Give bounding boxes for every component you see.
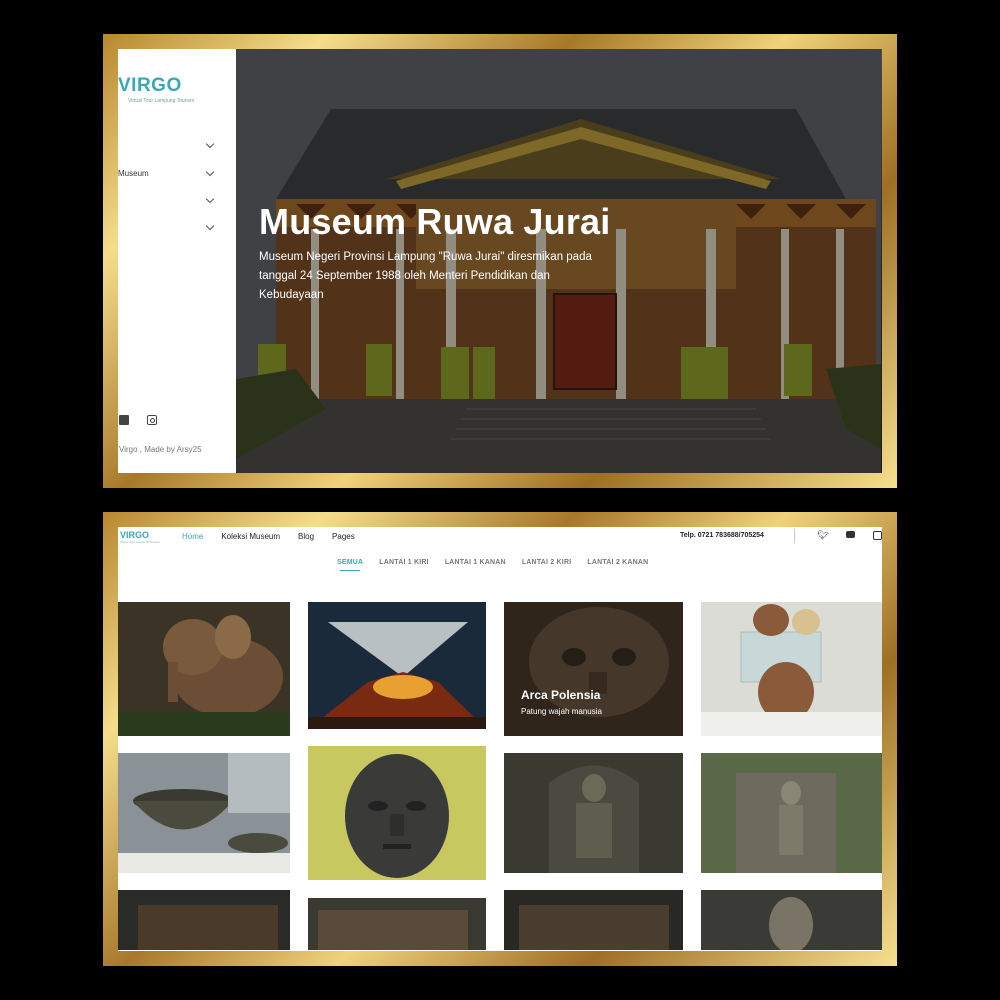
sidebar-nav-item-museum[interactable]: Museum <box>118 166 215 180</box>
hero-banner: Museum Ruwa Jurai Museum Negeri Provinsi… <box>236 49 882 473</box>
gallery-item-stone-head[interactable] <box>308 746 486 880</box>
gallery-item-ceramic-bowls[interactable] <box>118 753 290 873</box>
footer-credit: Virgo , Made by Arsy25 <box>119 445 202 454</box>
phone-number: Telp. 0721 783688/705254 <box>680 532 764 539</box>
filter-tab-lantai-1-kanan[interactable]: LANTAI 1 KANAN <box>445 559 506 566</box>
gallery-item-display-room-2[interactable] <box>308 898 486 950</box>
youtube-icon[interactable] <box>846 531 855 538</box>
gallery-item-display-room-3[interactable] <box>504 890 683 950</box>
tile-caption-title: Arca Polensia <box>521 688 601 702</box>
sidebar-nav-label: Museum <box>118 168 149 178</box>
filter-tab-lantai-1-kiri[interactable]: LANTAI 1 KIRI <box>379 559 429 566</box>
twitter-icon[interactable]: 🐦︎ <box>817 530 828 540</box>
sidebar-social-links <box>119 415 157 425</box>
filter-tab-semua[interactable]: SEMUA <box>337 559 363 571</box>
sidebar-nav-item-4[interactable] <box>118 220 215 234</box>
brand-tagline: Virtual Tour Lampung Tourism <box>120 540 160 544</box>
filter-tab-lantai-2-kanan[interactable]: LANTAI 2 KANAN <box>587 559 648 566</box>
gallery-item-arca-polensia[interactable]: Arca Polensia Patung wajah manusia <box>504 602 683 736</box>
top-navbar: VIRGO Virtual Tour Lampung Tourism Home … <box>118 527 882 549</box>
collection-filter-tabs: SEMUA LANTAI 1 KIRI LANTAI 1 KANAN LANTA… <box>337 559 664 571</box>
instagram-icon[interactable] <box>873 531 882 540</box>
gallery-item-elephant[interactable] <box>118 602 290 736</box>
filter-tab-lantai-2-kiri[interactable]: LANTAI 2 KIRI <box>522 559 572 566</box>
sidebar: VIRGO Virtual Tour Lampung Tourism Museu… <box>118 49 236 473</box>
menu-item-pages[interactable]: Pages <box>332 532 355 541</box>
hero-title: Museum Ruwa Jurai <box>259 201 611 242</box>
main-menu: Home Koleksi Museum Blog Pages <box>182 532 373 541</box>
chevron-down-icon <box>205 139 215 148</box>
gallery-item-statue-bust[interactable] <box>701 890 882 950</box>
gallery-item-display-room-1[interactable] <box>118 890 290 950</box>
chevron-down-icon <box>205 194 215 203</box>
divider <box>794 529 795 543</box>
instagram-icon[interactable] <box>147 415 157 425</box>
social-links: 🐦︎ <box>817 530 882 540</box>
gallery-item-stone-tablet[interactable] <box>701 753 882 873</box>
museum-landing-screen: VIRGO Virtual Tour Lampung Tourism Museu… <box>118 49 882 473</box>
chevron-down-icon <box>205 221 215 230</box>
brand-tagline: Virtual Tour Lampung Tourism <box>128 98 195 104</box>
brand-logo[interactable]: VIRGO <box>120 530 149 540</box>
chevron-down-icon <box>205 167 215 176</box>
brand-name: VIRGO <box>118 75 182 96</box>
gold-frame-bottom: VIRGO Virtual Tour Lampung Tourism Home … <box>103 512 897 966</box>
sidebar-nav-item-3[interactable] <box>118 193 215 207</box>
youtube-icon[interactable] <box>119 415 129 425</box>
menu-item-home[interactable]: Home <box>182 532 203 541</box>
brand-logo[interactable]: VIRGO Virtual Tour Lampung Tourism <box>118 75 194 104</box>
sidebar-nav-item-1[interactable] <box>118 138 215 152</box>
museum-collection-screen: VIRGO Virtual Tour Lampung Tourism Home … <box>118 527 882 951</box>
menu-item-blog[interactable]: Blog <box>298 532 314 541</box>
gallery-item-statue-relief[interactable] <box>504 753 683 873</box>
hero-description: Museum Negeri Provinsi Lampung "Ruwa Jur… <box>259 251 592 301</box>
menu-item-koleksi-museum[interactable]: Koleksi Museum <box>221 532 280 541</box>
gallery-item-skulls[interactable] <box>701 602 882 736</box>
gold-frame-top: VIRGO Virtual Tour Lampung Tourism Museu… <box>103 34 897 488</box>
tile-caption-subtitle: Patung wajah manusia <box>521 707 602 716</box>
gallery-item-volcano[interactable] <box>308 602 486 729</box>
